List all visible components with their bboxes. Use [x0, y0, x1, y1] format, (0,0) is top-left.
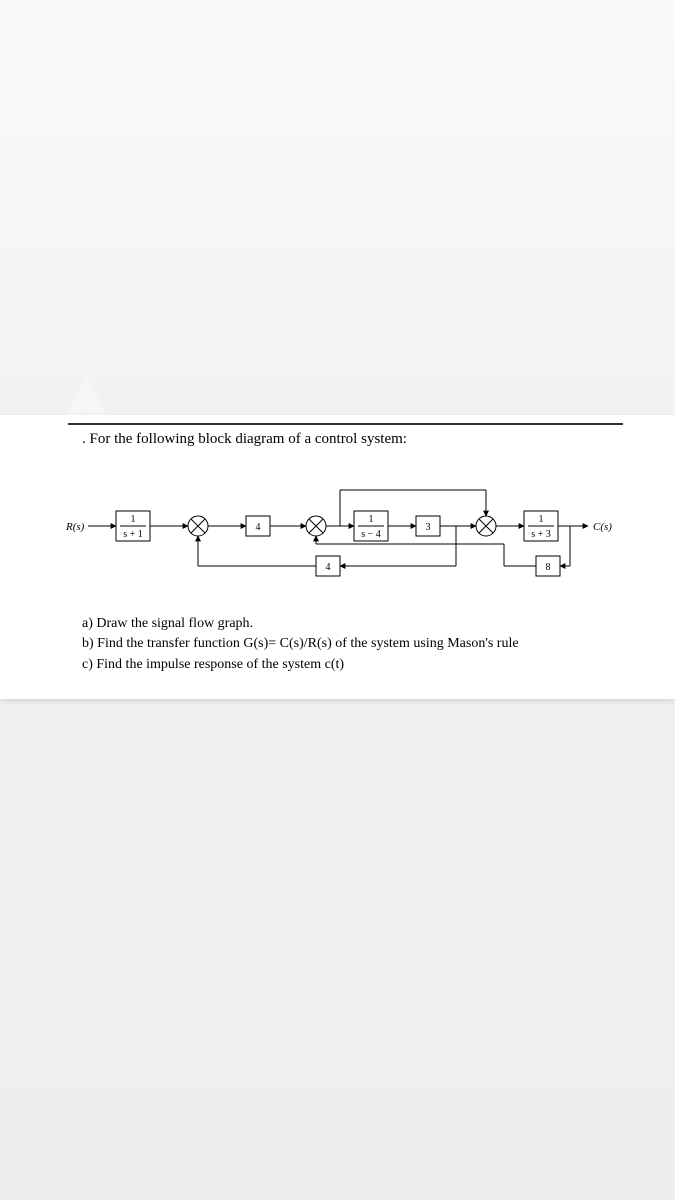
- question-list: a) Draw the signal flow graph. b) Find t…: [82, 614, 663, 675]
- question-a: a) Draw the signal flow graph.: [82, 614, 663, 634]
- svg-text:1: 1: [368, 514, 373, 525]
- svg-text:1: 1: [538, 514, 543, 525]
- svg-text:1: 1: [130, 514, 135, 525]
- svg-text:s − 4: s − 4: [361, 529, 381, 540]
- svg-text:s + 1: s + 1: [123, 529, 143, 540]
- svg-text:3: 3: [425, 522, 430, 533]
- input-label: R(s): [65, 521, 85, 533]
- svg-text:8: 8: [545, 562, 550, 573]
- svg-text:s + 3: s + 3: [531, 529, 551, 540]
- problem-statement: . For the following block diagram of a c…: [82, 431, 663, 448]
- horizontal-rule: [68, 423, 623, 425]
- svg-text:4: 4: [255, 522, 260, 533]
- output-label: C(s): [593, 521, 612, 533]
- svg-text:4: 4: [325, 562, 330, 573]
- question-c: c) Find the impulse response of the syst…: [82, 655, 663, 675]
- document-card: . For the following block diagram of a c…: [0, 415, 675, 699]
- question-b: b) Find the transfer function G(s)= C(s)…: [82, 634, 663, 654]
- block-diagram: R(s) 1 s + 1 4 1 s − 4 3: [58, 466, 618, 596]
